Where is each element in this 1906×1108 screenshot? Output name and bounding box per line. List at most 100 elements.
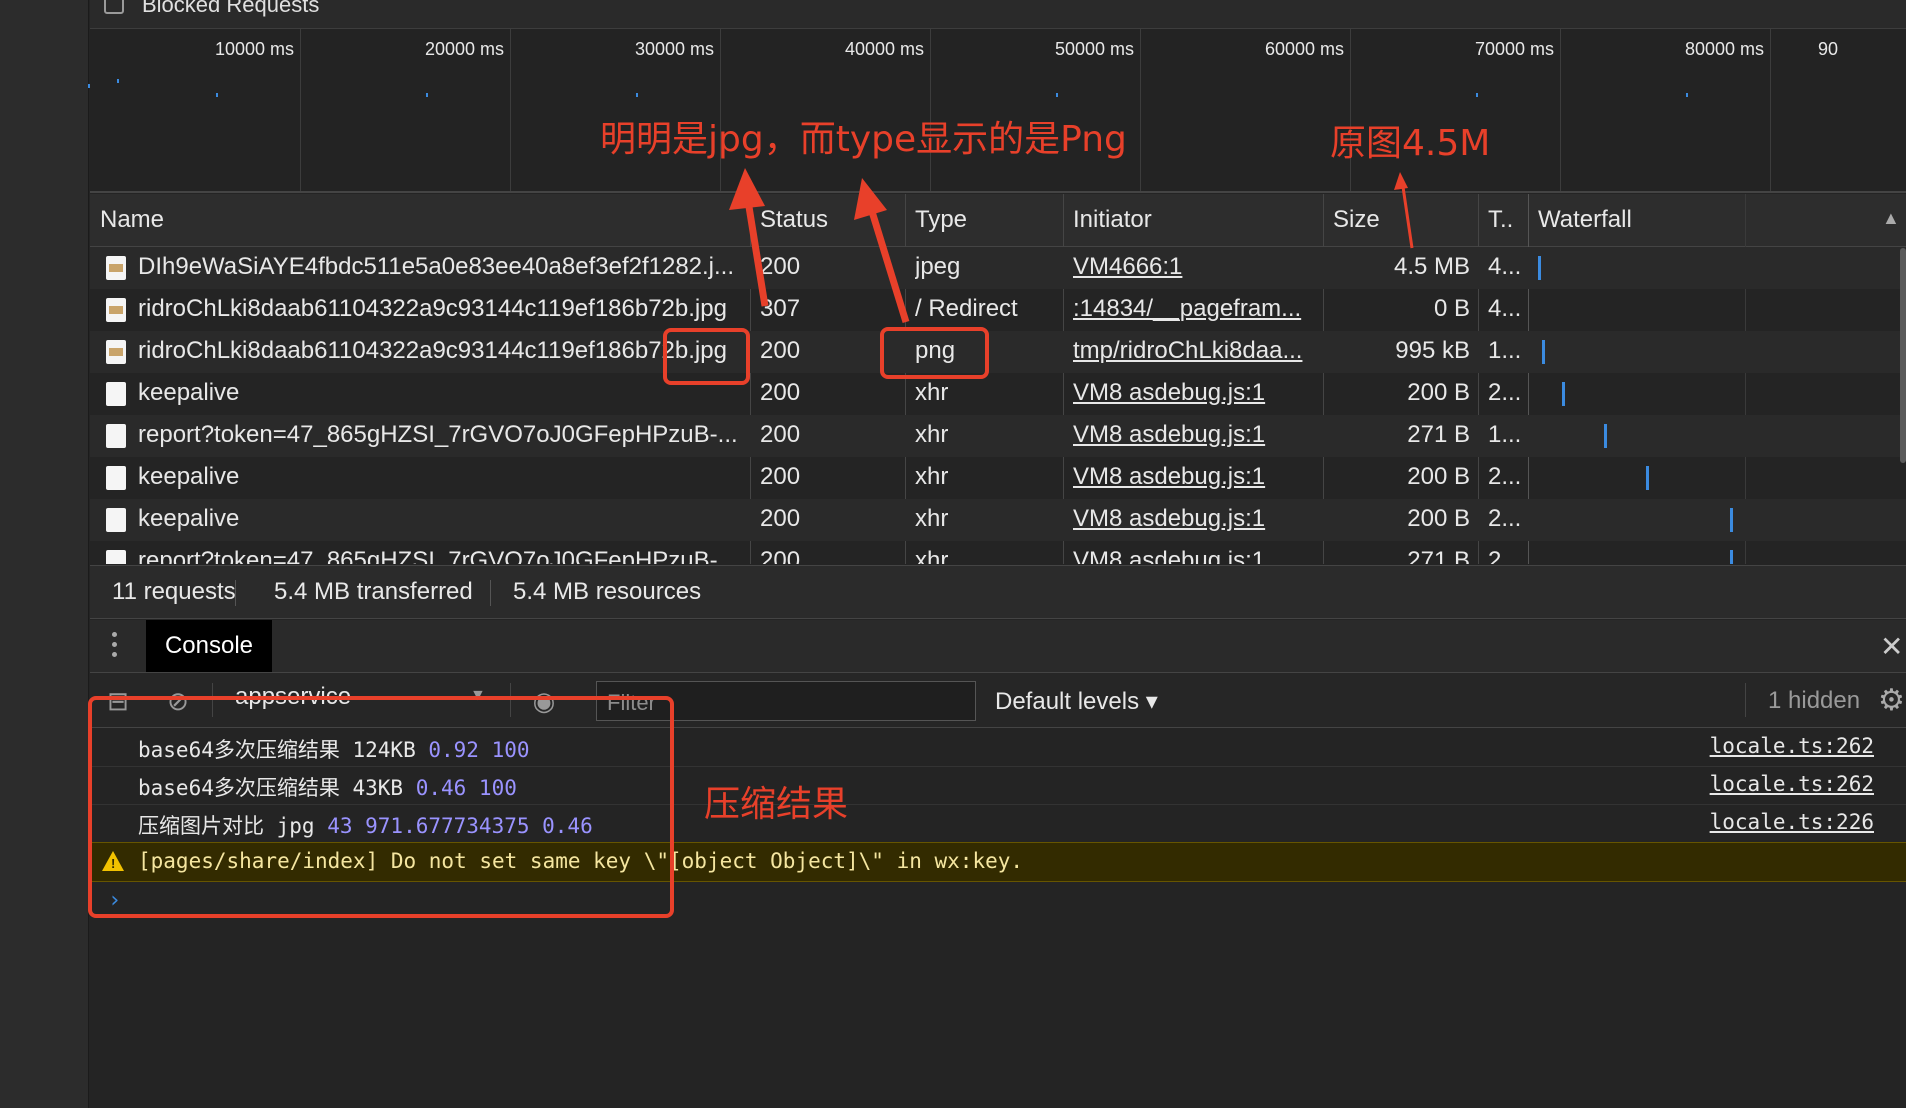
timeline-tick: 80000 ms — [1684, 39, 1764, 59]
left-panel-strip — [0, 0, 89, 1108]
table-row[interactable]: ridroChLki8daab61104322a9c93144c119ef186… — [90, 331, 1906, 373]
document-icon — [106, 508, 126, 532]
image-file-icon — [106, 340, 126, 364]
request-size: 995 kB — [1395, 337, 1470, 364]
waterfall-bar — [1730, 550, 1733, 564]
table-row[interactable]: report?token=47_865gHZSI_7rGVO7oJ0GFepHP… — [90, 541, 1906, 564]
toolbar-divider — [1745, 683, 1746, 717]
log-source-link[interactable]: locale.ts:226 — [1710, 810, 1874, 834]
request-time: 2... — [1488, 547, 1522, 564]
document-icon — [106, 424, 126, 448]
log-source-link[interactable]: locale.ts:262 — [1710, 772, 1874, 796]
request-time: 2... — [1488, 379, 1522, 406]
request-type: xhr — [915, 547, 949, 564]
request-status: 200 — [760, 463, 801, 490]
request-size: 4.5 MB — [1393, 253, 1470, 280]
timeline-gridline — [1770, 29, 1771, 191]
network-summary-bar: 11 requests 5.4 MB transferred 5.4 MB re… — [90, 565, 1906, 619]
request-name: keepalive — [138, 505, 240, 532]
request-initiator-link[interactable]: :14834/__pagefram... — [1073, 295, 1313, 323]
request-initiator-link[interactable]: tmp/ridroChLki8daa... — [1073, 337, 1313, 365]
timeline-tick: 20000 ms — [424, 39, 504, 59]
request-status: 200 — [760, 421, 801, 448]
timeline-tick: 90 — [1818, 39, 1839, 59]
timeline-request-mark — [1686, 93, 1688, 97]
blocked-requests-checkbox[interactable] — [104, 0, 124, 14]
request-initiator-link[interactable]: VM8 asdebug.js:1 — [1073, 547, 1313, 564]
request-type: xhr — [915, 463, 949, 490]
tab-console[interactable]: Console — [146, 620, 272, 672]
request-size: 200 B — [1407, 505, 1470, 532]
request-count: 11 requests — [112, 578, 236, 605]
waterfall-bar — [1562, 382, 1565, 406]
column-header-time[interactable]: T.. — [1488, 206, 1513, 234]
request-status: 200 — [760, 547, 801, 564]
request-size: 200 B — [1407, 379, 1470, 406]
request-name: ridroChLki8daab61104322a9c93144c119ef186… — [138, 337, 727, 364]
request-time: 2... — [1488, 463, 1522, 490]
table-row[interactable]: keepalive 200 xhr VM8 asdebug.js:1 200 B… — [90, 457, 1906, 499]
table-row[interactable]: ridroChLki8daab61104322a9c93144c119ef186… — [90, 289, 1906, 331]
document-icon — [106, 550, 126, 564]
request-time: 4... — [1488, 253, 1522, 280]
drawer-tab-bar: Console ✕ — [90, 620, 1906, 673]
timeline-tick: 10000 ms — [214, 39, 294, 59]
request-initiator-link[interactable]: VM4666:1 — [1073, 253, 1313, 281]
hidden-messages-count[interactable]: 1 hidden — [1768, 687, 1860, 715]
network-request-rows: DIh9eWaSiAYE4fbdc511e5a0e83ee40a8ef3ef2f… — [90, 247, 1906, 564]
column-header-initiator[interactable]: Initiator — [1073, 206, 1152, 234]
column-header-size[interactable]: Size — [1333, 206, 1380, 234]
request-initiator-link[interactable]: VM8 asdebug.js:1 — [1073, 505, 1313, 533]
request-name: report?token=47_865gHZSI_7rGVO7oJ0GFepHP… — [138, 421, 738, 448]
table-row[interactable]: keepalive 200 xhr VM8 asdebug.js:1 200 B… — [90, 373, 1906, 415]
waterfall-bar — [1542, 340, 1545, 364]
more-options-icon[interactable] — [112, 632, 118, 660]
request-size: 200 B — [1407, 463, 1470, 490]
timeline-request-mark — [426, 93, 428, 97]
request-status: 200 — [760, 379, 801, 406]
timeline-gridline — [1560, 29, 1561, 191]
request-size: 0 B — [1433, 295, 1470, 322]
column-header-name[interactable]: Name — [100, 206, 164, 234]
timeline-gridline — [1140, 29, 1141, 191]
table-row[interactable]: keepalive 200 xhr VM8 asdebug.js:1 200 B… — [90, 499, 1906, 541]
annotation-console-note: 压缩结果 — [704, 784, 849, 825]
request-status: 307 — [760, 295, 801, 322]
annotation-box-png — [880, 327, 989, 379]
column-header-type[interactable]: Type — [915, 206, 967, 234]
annotation-size-note: 原图4.5M — [1330, 123, 1491, 164]
timeline-tick: 70000 ms — [1474, 39, 1554, 59]
close-drawer-icon[interactable]: ✕ — [1880, 630, 1903, 663]
timeline-request-mark — [117, 79, 119, 83]
waterfall-bar — [1646, 466, 1649, 490]
request-initiator-link[interactable]: VM8 asdebug.js:1 — [1073, 421, 1313, 449]
request-time: 1... — [1488, 337, 1522, 364]
table-row[interactable]: DIh9eWaSiAYE4fbdc511e5a0e83ee40a8ef3ef2f… — [90, 247, 1906, 289]
summary-divider — [490, 580, 491, 606]
timeline-tick: 50000 ms — [1054, 39, 1134, 59]
column-header-status[interactable]: Status — [760, 206, 828, 234]
summary-divider — [235, 580, 236, 606]
request-initiator-link[interactable]: VM8 asdebug.js:1 — [1073, 379, 1313, 407]
request-size: 271 B — [1407, 421, 1470, 448]
table-row[interactable]: report?token=47_865gHZSI_7rGVO7oJ0GFepHP… — [90, 415, 1906, 457]
document-icon — [106, 382, 126, 406]
request-type: xhr — [915, 505, 949, 532]
timeline-request-mark — [636, 93, 638, 97]
request-type: xhr — [915, 379, 949, 406]
log-levels-dropdown[interactable]: Default levels ▾ — [995, 687, 1158, 716]
timeline-request-mark — [88, 84, 90, 88]
timeline-tick: 30000 ms — [634, 39, 714, 59]
log-source-link[interactable]: locale.ts:262 — [1710, 734, 1874, 758]
column-header-waterfall[interactable]: Waterfall — [1538, 206, 1632, 234]
table-scrollbar[interactable] — [1900, 248, 1906, 463]
request-initiator-link[interactable]: VM8 asdebug.js:1 — [1073, 463, 1313, 491]
request-status: 200 — [760, 337, 801, 364]
request-name: ridroChLki8daab61104322a9c93144c119ef186… — [138, 295, 727, 322]
blocked-requests-label: Blocked Requests — [142, 0, 320, 17]
annotation-type-note: 明明是jpg，而type显示的是Png — [600, 119, 1127, 160]
sort-up-icon[interactable]: ▲ — [1882, 208, 1900, 229]
document-icon — [106, 466, 126, 490]
request-time: 2... — [1488, 505, 1522, 532]
gear-icon[interactable]: ⚙ — [1878, 683, 1905, 718]
